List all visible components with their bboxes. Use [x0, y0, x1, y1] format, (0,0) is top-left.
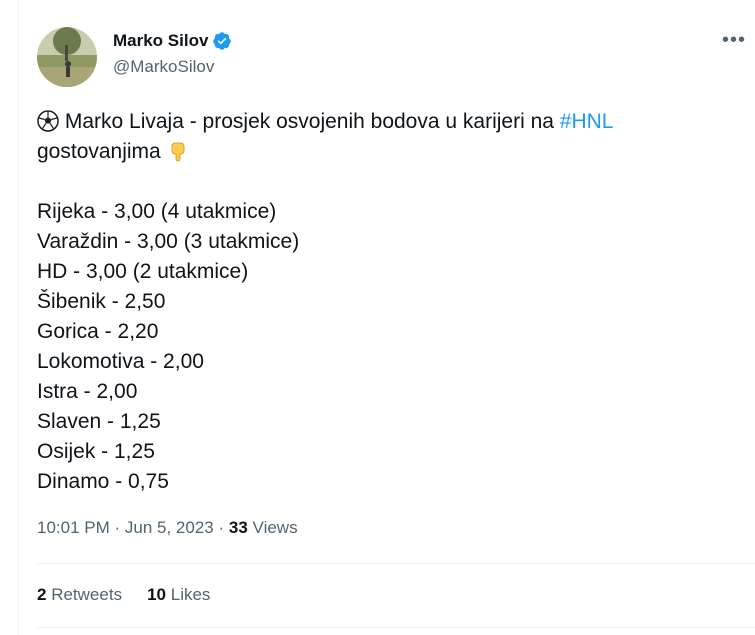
- views-label: Views: [252, 518, 298, 537]
- more-options-icon[interactable]: •••: [722, 30, 746, 50]
- avatar-photo: [37, 27, 97, 87]
- author-handle[interactable]: @MarkoSilov: [113, 57, 214, 77]
- club-line: Osijek - 1,25: [37, 440, 155, 463]
- likes-stat[interactable]: 10 Likes: [147, 585, 210, 605]
- author-name-text[interactable]: Marko Silov: [113, 31, 208, 51]
- author-name[interactable]: Marko Silov: [113, 31, 232, 51]
- club-line: Varaždin - 3,00 (3 utakmice): [37, 230, 300, 253]
- pointing-down-icon: [167, 140, 189, 171]
- verified-badge-icon[interactable]: [212, 31, 232, 51]
- avatar[interactable]: [37, 27, 97, 87]
- tweet-stats: 2 Retweets 10 Likes: [37, 585, 210, 605]
- tweet-date[interactable]: Jun 5, 2023: [125, 518, 214, 537]
- club-line: HD - 3,00 (2 utakmice): [37, 260, 249, 283]
- tweet-headline-cont: gostovanjima: [37, 140, 161, 163]
- divider: [37, 627, 755, 628]
- club-line: Rijeka - 3,00 (4 utakmice): [37, 200, 277, 223]
- tweet-text: Marko Livaja - prosjek osvojenih bodova …: [37, 107, 727, 497]
- tweet-meta: 10:01 PM · Jun 5, 2023 · 33 Views: [37, 518, 298, 538]
- club-line: Gorica - 2,20: [37, 320, 159, 343]
- tweet-headline-line: Marko Livaja - prosjek osvojenih bodova …: [37, 107, 727, 137]
- retweets-stat[interactable]: 2 Retweets: [37, 585, 122, 605]
- hashtag-link[interactable]: #HNL: [560, 110, 614, 133]
- likes-count: 10: [147, 585, 166, 604]
- tweet-headline-cont-line: gostovanjima: [37, 137, 727, 167]
- views-count: 33: [228, 518, 248, 537]
- club-line: Šibenik - 2,50: [37, 290, 166, 313]
- club-line: Lokomotiva - 2,00: [37, 350, 204, 373]
- meta-separator: ·: [218, 518, 229, 537]
- club-line: Slaven - 1,25: [37, 410, 161, 433]
- retweets-label: Retweets: [51, 585, 123, 604]
- club-line: Dinamo - 0,75: [37, 470, 169, 493]
- tweet-headline: Marko Livaja - prosjek osvojenih bodova …: [64, 110, 560, 133]
- retweets-count: 2: [37, 585, 47, 604]
- tweet-time[interactable]: 10:01 PM: [37, 518, 110, 537]
- club-line: Istra - 2,00: [37, 380, 138, 403]
- meta-separator: ·: [114, 518, 125, 537]
- likes-label: Likes: [170, 585, 211, 604]
- divider: [37, 563, 755, 564]
